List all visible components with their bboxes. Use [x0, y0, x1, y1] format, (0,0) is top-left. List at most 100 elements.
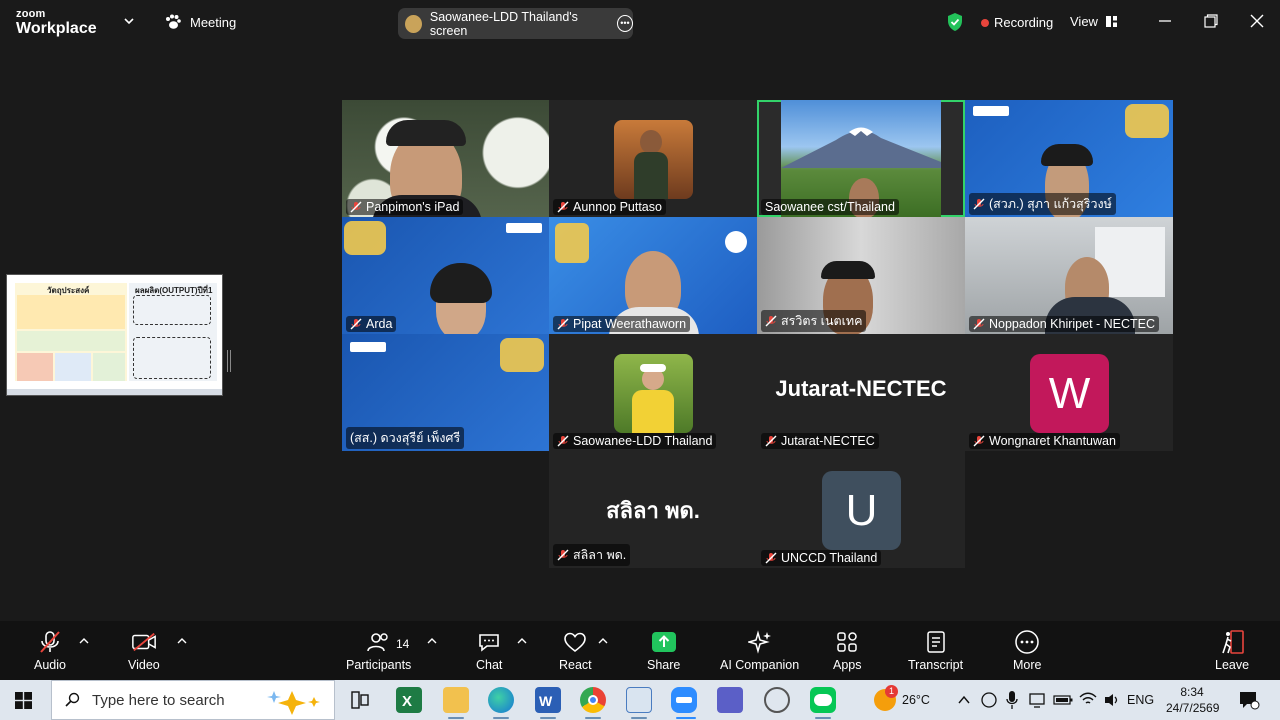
- participant-name: (สส.) ดวงสุรีย์ เพ็งศรี: [350, 431, 461, 445]
- microphone-icon[interactable]: [1005, 690, 1019, 710]
- line-icon[interactable]: [810, 687, 836, 713]
- video-button[interactable]: Video: [128, 629, 160, 672]
- video-tile[interactable]: Saowanee-LDD Thailand: [549, 334, 757, 451]
- sparkle-icon: [747, 630, 771, 654]
- windows-start-icon[interactable]: [15, 692, 32, 709]
- wifi-icon[interactable]: [1079, 691, 1097, 707]
- participant-label: Aunnop Puttaso: [553, 199, 666, 215]
- leave-button[interactable]: Leave: [1215, 629, 1249, 672]
- file-explorer-icon[interactable]: [443, 687, 469, 713]
- zoom-app-window: zoom Workplace Meeting Saowanee-LDD Thai…: [0, 0, 1280, 680]
- react-button[interactable]: React: [559, 629, 592, 672]
- chat-label: Chat: [476, 658, 503, 672]
- taskbar-clock[interactable]: 8:34 24/7/2569: [1166, 684, 1220, 716]
- chat-button[interactable]: Chat: [476, 629, 502, 672]
- restore-icon[interactable]: [1202, 12, 1220, 30]
- active-app-indicator: [585, 717, 601, 719]
- participants-icon: [366, 633, 388, 652]
- video-tile[interactable]: สรวิตร เนตเทค: [757, 217, 965, 334]
- shared-screen-thumbnail[interactable]: วัตถุประสงค์ ผลผลิต(OUTPUT)ปีที่1: [6, 274, 223, 396]
- mascot-image: [555, 223, 589, 263]
- video-tile[interactable]: Arda: [342, 217, 549, 334]
- react-label: React: [559, 658, 592, 672]
- chrome-icon[interactable]: [580, 687, 606, 713]
- recording-indicator[interactable]: Recording: [981, 15, 1053, 30]
- video-tile-active-speaker[interactable]: Saowanee cst/Thailand: [757, 100, 965, 217]
- word-icon[interactable]: W: [535, 687, 561, 713]
- apps-button[interactable]: Apps: [833, 629, 862, 672]
- participant-label: Panpimon's iPad: [346, 199, 464, 215]
- participant-name: Saowanee-LDD Thailand: [573, 434, 713, 448]
- window-app-icon[interactable]: [626, 687, 652, 713]
- resize-handle[interactable]: [227, 350, 231, 372]
- share-screen-icon: [651, 632, 676, 652]
- task-view-icon[interactable]: [347, 687, 373, 713]
- more-button[interactable]: More: [1013, 629, 1041, 672]
- meeting-controls: Audio Video Participants Chat React Shar…: [0, 621, 1280, 680]
- mic-muted-icon: [557, 201, 569, 213]
- battery-icon[interactable]: [1053, 694, 1073, 706]
- more-options-icon[interactable]: •••: [616, 15, 633, 32]
- video-tile[interactable]: Aunnop Puttaso: [549, 100, 757, 217]
- video-tile[interactable]: U UNCCD Thailand: [757, 451, 965, 568]
- volume-icon[interactable]: [1103, 692, 1121, 708]
- video-tile[interactable]: Pipat Weerathaworn: [549, 217, 757, 334]
- avatar: U: [822, 471, 901, 550]
- meeting-menu[interactable]: Meeting: [164, 14, 236, 30]
- participant-name: Noppadon Khiripet - NECTEC: [989, 317, 1156, 331]
- taskbar-search-box[interactable]: Type here to search: [51, 680, 335, 720]
- share-button[interactable]: Share: [647, 629, 680, 672]
- video-options-caret-icon[interactable]: [177, 637, 187, 645]
- weather-sun-icon: 1: [874, 685, 898, 711]
- teams-icon[interactable]: [717, 687, 743, 713]
- edge-icon[interactable]: [488, 687, 514, 713]
- language-indicator[interactable]: ENG: [1127, 680, 1154, 720]
- chevron-up-icon[interactable]: [957, 694, 971, 706]
- view-button[interactable]: View: [1070, 14, 1118, 29]
- apps-icon: [837, 632, 857, 652]
- ai-companion-button[interactable]: AI Companion: [720, 629, 799, 672]
- video-tile[interactable]: (สวภ.) สุภา แก้วสุริวงษ์: [965, 100, 1173, 217]
- chevron-down-icon[interactable]: [122, 14, 136, 28]
- video-tile[interactable]: Jutarat-NECTEC Jutarat-NECTEC: [757, 334, 965, 451]
- participants-options-caret-icon[interactable]: [427, 637, 437, 645]
- display-share-icon[interactable]: [1028, 691, 1046, 709]
- video-tile[interactable]: Noppadon Khiripet - NECTEC: [965, 217, 1173, 334]
- participant-photo: [614, 354, 693, 433]
- video-tile[interactable]: W Wongnaret Khantuwan: [965, 334, 1173, 451]
- react-options-caret-icon[interactable]: [598, 637, 608, 645]
- windows-taskbar: Type here to search X W 1 26°C ENG 8:34 …: [0, 680, 1280, 720]
- excel-icon[interactable]: X: [396, 687, 422, 713]
- cloud-sync-icon[interactable]: [980, 691, 998, 709]
- video-tile[interactable]: สลิลา พด. สลิลา พด.: [549, 451, 757, 568]
- weather-badge: 1: [885, 685, 898, 698]
- participant-name: สลิลา พด.: [573, 548, 627, 562]
- audio-options-caret-icon[interactable]: [79, 637, 89, 645]
- transcript-button[interactable]: Transcript: [908, 629, 963, 672]
- agency-logo: [973, 106, 1009, 116]
- mic-muted-icon: [765, 552, 777, 564]
- video-tile[interactable]: Panpimon's iPad: [342, 100, 549, 217]
- weather-widget[interactable]: 1 26°C: [874, 680, 930, 720]
- thumb-heading-right: ผลผลิต(OUTPUT)ปีที่1: [135, 286, 213, 295]
- clock-date: 24/7/2569: [1166, 701, 1220, 715]
- share-label: Saowanee-LDD Thailand's screen: [429, 9, 578, 38]
- video-tile[interactable]: (สส.) ดวงสุรีย์ เพ็งศรี: [342, 334, 549, 451]
- close-icon[interactable]: [1248, 12, 1266, 30]
- sync-app-icon[interactable]: [764, 687, 790, 713]
- apps-label: Apps: [833, 658, 862, 672]
- participant-label: Wongnaret Khantuwan: [969, 433, 1120, 449]
- chat-options-caret-icon[interactable]: [517, 637, 527, 645]
- zoom-logo: zoom Workplace: [16, 9, 97, 37]
- video-label: Video: [128, 658, 160, 672]
- recording-label: Recording: [994, 15, 1054, 30]
- zoom-taskbar-icon[interactable]: [671, 687, 697, 713]
- transcript-label: Transcript: [908, 658, 964, 672]
- screen-share-indicator[interactable]: Saowanee-LDD Thailand's screen •••: [398, 8, 633, 39]
- minimize-icon[interactable]: [1156, 12, 1174, 30]
- audio-button[interactable]: Audio: [34, 629, 66, 672]
- mic-muted-icon: [557, 318, 569, 330]
- security-shield-icon[interactable]: [946, 12, 964, 32]
- participant-label: (สวภ.) สุภา แก้วสุริวงษ์: [969, 193, 1116, 215]
- notification-icon[interactable]: [1238, 690, 1260, 710]
